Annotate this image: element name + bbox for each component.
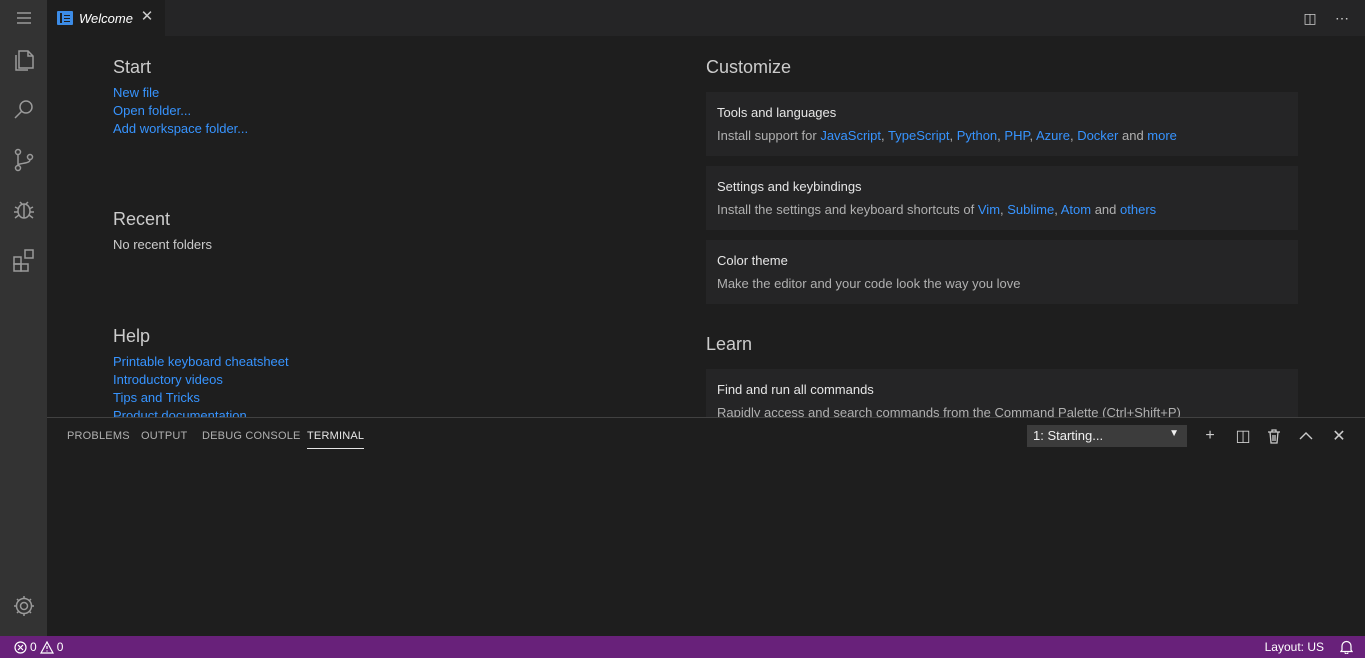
add-workspace-folder-link[interactable]: Add workspace folder... bbox=[113, 121, 248, 136]
card-conj: and bbox=[1091, 202, 1121, 217]
more-actions-icon[interactable]: ⋯ bbox=[1333, 8, 1351, 28]
card-title: Find and run all commands bbox=[717, 382, 874, 397]
explorer-icon[interactable] bbox=[0, 36, 47, 84]
close-panel-icon[interactable]: ✕ bbox=[1329, 426, 1349, 446]
error-icon bbox=[14, 640, 27, 654]
no-recent-text: No recent folders bbox=[113, 237, 212, 252]
customize-heading: Customize bbox=[706, 57, 792, 77]
new-file-link[interactable]: New file bbox=[113, 85, 159, 100]
search-icon[interactable] bbox=[0, 86, 47, 134]
card-conj: and bbox=[1118, 128, 1148, 143]
kill-terminal-icon[interactable] bbox=[1264, 426, 1284, 446]
chevron-down-icon: ▼ bbox=[1169, 428, 1179, 439]
editor-actions: ◫ ⋯ bbox=[1301, 8, 1351, 28]
introductory-videos-link[interactable]: Introductory videos bbox=[113, 372, 223, 387]
menu-icon[interactable] bbox=[0, 0, 47, 36]
error-count: 0 bbox=[30, 640, 37, 654]
warning-icon bbox=[39, 640, 54, 654]
card-title: Color theme bbox=[717, 253, 788, 268]
warning-count: 0 bbox=[56, 640, 64, 654]
find-run-commands-card[interactable]: Find and run all commands Rapidly access… bbox=[706, 369, 1298, 417]
php-link[interactable]: PHP bbox=[1004, 128, 1029, 143]
recent-heading: Recent bbox=[113, 209, 171, 229]
sublime-link[interactable]: Sublime bbox=[1007, 202, 1054, 217]
tab-terminal[interactable]: TERMINAL bbox=[307, 430, 365, 449]
keyboard-cheatsheet-link[interactable]: Printable keyboard cheatsheet bbox=[113, 354, 289, 369]
terminal-select-value: 1: Starting... bbox=[1033, 428, 1104, 443]
color-theme-card[interactable]: Color theme Make the editor and your cod… bbox=[706, 240, 1298, 304]
split-terminal-icon[interactable]: ◫ bbox=[1233, 426, 1253, 446]
javascript-link[interactable]: JavaScript bbox=[820, 128, 881, 143]
start-heading: Start bbox=[113, 57, 152, 77]
maximize-panel-icon[interactable] bbox=[1296, 426, 1316, 446]
status-right: Layout: US bbox=[1265, 640, 1353, 654]
tab-welcome[interactable]: Welcome ✕ bbox=[47, 0, 165, 36]
manage-gear-icon[interactable] bbox=[0, 582, 47, 630]
activity-bar bbox=[0, 0, 47, 636]
notifications-bell-icon[interactable] bbox=[1340, 640, 1353, 654]
tips-and-tricks-link[interactable]: Tips and Tricks bbox=[113, 390, 200, 405]
more-link[interactable]: more bbox=[1147, 128, 1177, 143]
typescript-link[interactable]: TypeScript bbox=[888, 128, 949, 143]
tab-label: Welcome bbox=[79, 10, 133, 26]
welcome-page: Start New file Open folder... Add worksp… bbox=[47, 36, 1365, 417]
others-link[interactable]: others bbox=[1120, 202, 1156, 217]
atom-link[interactable]: Atom bbox=[1061, 202, 1091, 217]
split-editor-icon[interactable]: ◫ bbox=[1301, 8, 1319, 28]
product-documentation-link[interactable]: Product documentation bbox=[113, 408, 247, 417]
card-description: Install the settings and keyboard shortc… bbox=[717, 202, 1157, 217]
tab-debug-console[interactable]: DEBUG CONSOLE bbox=[202, 430, 301, 442]
card-description: Make the editor and your code look the w… bbox=[717, 276, 1021, 291]
keyboard-layout[interactable]: Layout: US bbox=[1265, 640, 1324, 654]
azure-link[interactable]: Azure bbox=[1036, 128, 1070, 143]
editor-tab-strip: Welcome ✕ ◫ ⋯ bbox=[47, 0, 1365, 36]
card-title: Settings and keybindings bbox=[717, 179, 862, 194]
problems-indicator[interactable]: 0 0 bbox=[14, 640, 63, 654]
extensions-icon[interactable] bbox=[0, 236, 47, 284]
close-icon[interactable]: ✕ bbox=[139, 9, 155, 25]
help-heading: Help bbox=[113, 326, 151, 346]
docker-link[interactable]: Docker bbox=[1077, 128, 1118, 143]
vim-link[interactable]: Vim bbox=[978, 202, 1000, 217]
welcome-file-icon bbox=[57, 11, 73, 25]
vscode-window: Welcome ✕ ◫ ⋯ Start New file Open folder… bbox=[0, 0, 1365, 658]
terminal-select[interactable]: 1: Starting... ▼ bbox=[1027, 425, 1187, 447]
card-prefix: Install support for bbox=[717, 128, 821, 143]
new-terminal-icon[interactable]: + bbox=[1200, 426, 1220, 446]
tab-output[interactable]: OUTPUT bbox=[141, 430, 187, 442]
tab-problems[interactable]: PROBLEMS bbox=[67, 430, 130, 442]
card-description: Install support for JavaScript, TypeScri… bbox=[717, 128, 1177, 143]
source-control-icon[interactable] bbox=[0, 136, 47, 184]
settings-keybindings-card[interactable]: Settings and keybindings Install the set… bbox=[706, 166, 1298, 230]
card-prefix: Install the settings and keyboard shortc… bbox=[717, 202, 978, 217]
open-folder-link[interactable]: Open folder... bbox=[113, 103, 191, 118]
tools-languages-card[interactable]: Tools and languages Install support for … bbox=[706, 92, 1298, 156]
learn-heading: Learn bbox=[706, 334, 753, 354]
card-title: Tools and languages bbox=[717, 105, 837, 120]
status-bar: 0 0 Layout: US bbox=[0, 636, 1365, 658]
python-link[interactable]: Python bbox=[957, 128, 997, 143]
card-description: Rapidly access and search commands from … bbox=[717, 405, 1181, 417]
bottom-panel: PROBLEMS OUTPUT DEBUG CONSOLE TERMINAL 1… bbox=[47, 417, 1365, 636]
debug-icon[interactable] bbox=[0, 186, 47, 234]
